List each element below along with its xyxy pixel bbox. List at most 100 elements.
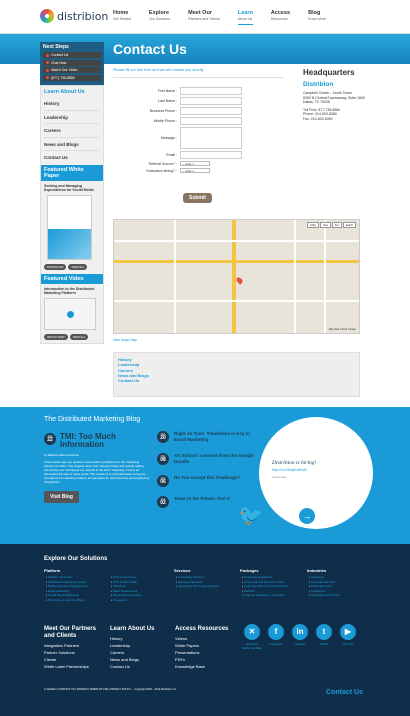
submit-button[interactable]: Submit [183,193,212,203]
blog-post[interactable]: JUL 08 Art School: Lessons from the Google… [157,453,257,465]
blog-post[interactable]: JUL 06 Do You Accept this Challenge? [157,475,257,487]
location-map[interactable]: Map Sat Ter Earth Map data ©2013 Google [113,219,360,334]
first-name-field[interactable] [180,87,242,95]
social-twitter[interactable]: t Twitter [313,624,335,646]
footer-link[interactable]: Careers [110,649,139,656]
page-title: Contact Us [113,41,187,57]
sidebar-item-history[interactable]: History [44,97,100,111]
message-label: Message : [160,136,177,140]
map-type-terrain[interactable]: Ter [331,222,342,228]
blog-post[interactable]: JUL 20 Right on Time: Timeliness is Key to… [157,431,257,443]
featured-post: JUL 22 TMI: Too Much Information by Matth… [44,433,149,503]
location-pin-icon[interactable] [235,276,244,285]
footer-link[interactable]: Contact Us [110,663,139,670]
video-view-all-button[interactable]: VIEW ALL [69,333,89,340]
linkedin-icon: in [292,624,308,640]
nav-blog[interactable]: Blog Know More [308,10,326,25]
footer-link[interactable]: White Label Partnerships [44,663,89,670]
blog-icon: ✕ [244,624,260,640]
footer-link[interactable]: Videos [175,635,205,642]
social-facebook[interactable]: f Facebook [265,624,287,646]
footer-link[interactable]: Integration [111,598,142,603]
footer-link[interactable]: Presentations [175,649,205,656]
next-step-video[interactable]: Watch Our Video [43,67,101,73]
footer-link[interactable]: History [110,635,139,642]
footer-industries-list: InsuranceFinancial ServicesPharmaceutica… [309,575,340,598]
social-youtube[interactable]: ▶ YouTube [337,624,359,646]
nav-access[interactable]: Access Resources [271,10,290,25]
tweet-link[interactable]: http://t.co/2ntpEdbRdZ [272,468,307,472]
next-step-phone[interactable]: (877) 735-8880 [43,74,101,81]
video-thumbnail[interactable] [44,297,96,330]
copyright: © distribion | CONTACT US | SITEMAP | TE… [44,688,177,691]
map-type-earth[interactable]: Earth [342,222,356,228]
map-type-map[interactable]: Map [307,222,320,228]
referral-select[interactable]: -- select -- [180,161,210,166]
white-paper-view-all-button[interactable]: VIEW ALL [68,263,88,270]
business-phone-field[interactable] [180,107,242,115]
white-paper-download-button[interactable]: DOWNLOAD [44,263,67,270]
view-larger-map-link[interactable]: View Larger Map [113,338,137,342]
visit-blog-button[interactable]: Visit Blog [44,491,79,503]
footer-link[interactable]: White Papers [175,642,205,649]
footer-platform-title: Platform [44,568,61,573]
top-navigation: distribion Home Get Started Explore Our So… [0,0,410,34]
nav-learn[interactable]: Learn About Us [237,10,253,25]
logo-mark-icon [40,9,54,23]
footer-link[interactable]: PDFs [175,656,205,663]
video-watch-button[interactable]: WATCH NOW [44,333,68,340]
tweet-age: 4 days ago [272,475,287,479]
nav-meet[interactable]: Meet Our Partners and Clients [188,10,220,25]
next-tweet-arrow-icon[interactable]: → [299,508,315,524]
evaluation-select[interactable]: -- select -- [180,168,210,173]
nav-home[interactable]: Home Get Started [113,10,131,25]
footer-link[interactable]: Channel Education / Activation [242,593,288,598]
footer-platform-list-2: Forms & SurveysPrint & Direct MailStoref… [111,575,142,602]
footer-link[interactable]: Integration Partners [44,642,89,649]
logo[interactable]: distribion [40,9,108,23]
logo-text: distribion [57,9,109,23]
white-paper-cover[interactable] [47,194,92,260]
blog-title: The Distributed Marketing Blog [44,416,141,423]
footer-contact-link[interactable]: Contact Us [326,689,363,696]
tweet-text: Distribion is hiring! [272,460,317,466]
map-type-satellite[interactable]: Sat [320,222,331,228]
secondary-links: History Leadership Careers News and Blog… [113,352,360,397]
link-contact[interactable]: Contact Us [118,378,355,383]
featured-post-title[interactable]: TMI: Too Much Information [60,433,130,449]
contact-form-section: Please fill out this form and we will co… [113,68,283,203]
footer-link[interactable]: Microsites & Landing Pages [46,598,88,603]
footer-link[interactable]: Clients [44,656,89,663]
footer-link[interactable]: Hospitality and Travel [309,593,340,598]
sidebar-item-news[interactable]: News and Blogs [44,138,100,151]
nav-explore[interactable]: Explore Our Solutions [149,10,170,25]
sidebar-item-contact[interactable]: Contact Us [44,151,100,165]
footer-link[interactable]: Marketing Automation [111,593,142,598]
footer-link[interactable]: News and Blogs [110,656,139,663]
facebook-icon: f [268,624,284,640]
footer-services-list: Consulting ServicesManaged ServicesInteg… [176,575,219,589]
footer-link[interactable]: Leadership [110,642,139,649]
next-step-contact[interactable]: Contact Us [43,52,101,58]
contact-form: First Name : Last Name : Business Phone … [113,77,283,173]
next-step-chat[interactable]: Chat Now [43,59,101,66]
message-field[interactable] [180,127,242,149]
footer-link[interactable]: Knowledge Base [175,663,205,670]
hq-phones: Toll Free: 877-735-8880 Phone: 214-800-83… [303,107,341,121]
social-blog[interactable]: ✕ Distribion Marketing Blog [241,624,263,650]
sidebar-item-careers[interactable]: Careers [44,124,100,138]
footer-link[interactable]: Partner Solutions [44,649,89,656]
last-name-field[interactable] [180,97,242,105]
social-linkedin[interactable]: in LinkedIn [289,624,311,646]
email-field[interactable] [180,151,242,159]
footer-link[interactable]: Customer Retention and Referral [242,584,288,589]
footer-access-list: Videos White Papers Presentations PDFs Knowl… [175,635,205,670]
video-name: Introduction to the Distributed Marketin… [44,286,95,295]
sidebar-item-leadership[interactable]: Leadership [44,111,100,124]
footer-meet-title: Meet Our Partners and Clients [44,626,97,639]
next-steps-title: Next Steps [43,44,69,50]
headquarters-panel: Headquarters Distribion Campbell Center … [303,68,365,124]
footer-link[interactable]: Integration and Implementation [176,584,219,589]
mobile-phone-field[interactable] [180,117,242,125]
footer-link[interactable]: Marketing Asset Management [46,584,88,589]
